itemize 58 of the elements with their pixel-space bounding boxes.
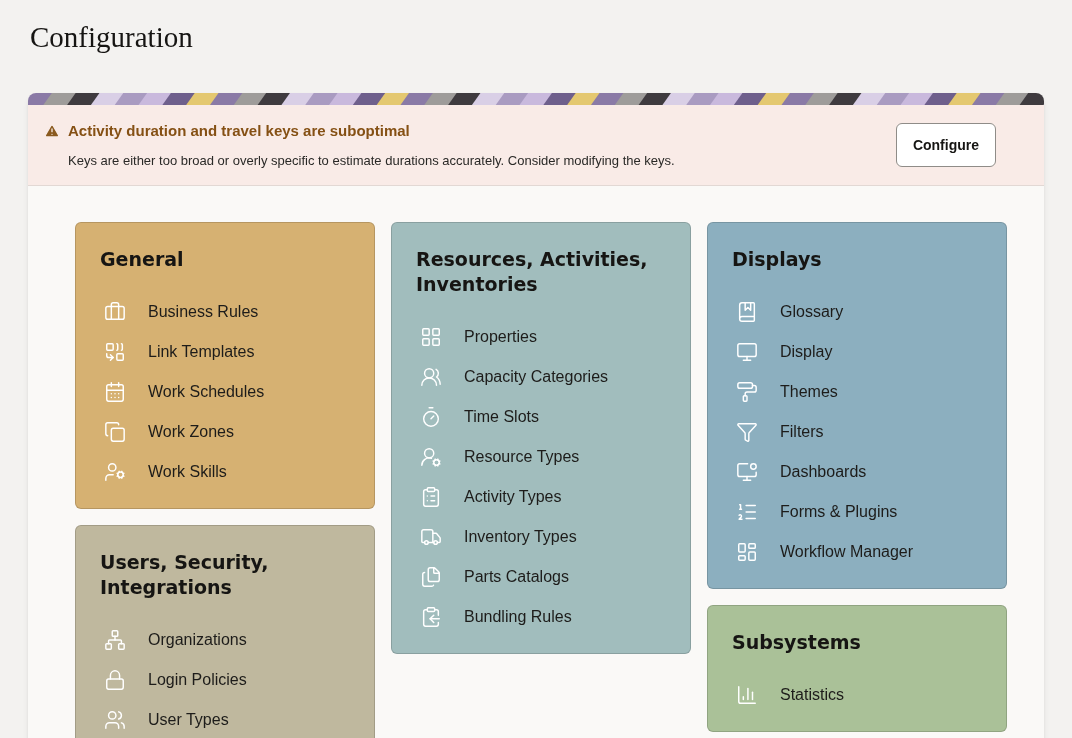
hierarchy-icon xyxy=(104,629,126,651)
category-link[interactable]: Time Slots xyxy=(416,397,666,437)
person-gear-icon xyxy=(104,461,126,483)
category-link[interactable]: Link Templates xyxy=(100,332,350,372)
category-link[interactable]: Business Rules xyxy=(100,292,350,332)
category-link[interactable]: User Types xyxy=(100,700,350,738)
category-title: Resources, Activities, Inventories xyxy=(416,247,649,297)
monitor-chart-icon xyxy=(736,461,758,483)
list-icon xyxy=(736,501,758,523)
truck-icon xyxy=(420,526,442,548)
paint-roller-icon xyxy=(736,381,758,403)
people-icon xyxy=(420,366,442,388)
documents-icon xyxy=(420,566,442,588)
warning-title: Activity duration and travel keys are suboptimal xyxy=(68,121,410,141)
category-link[interactable]: Dashboards xyxy=(732,452,982,492)
category-title: Subsystems xyxy=(732,630,862,655)
category-title: General xyxy=(100,247,185,272)
category-link[interactable]: Filters xyxy=(732,412,982,452)
category-link[interactable]: Glossary xyxy=(732,292,982,332)
category-title: Displays xyxy=(732,247,823,272)
clipboards-icon xyxy=(420,606,442,628)
category-link[interactable]: Work Schedules xyxy=(100,372,350,412)
bar-chart-icon xyxy=(736,684,758,706)
configure-button[interactable]: Configure xyxy=(895,123,996,167)
dashboard-icon xyxy=(736,541,758,563)
category-link[interactable]: Properties xyxy=(416,317,666,357)
page-title: Configuration xyxy=(29,20,194,55)
category-link[interactable]: Work Zones xyxy=(100,412,350,452)
category-link[interactable]: Capacity Categories xyxy=(416,357,666,397)
lock-icon xyxy=(104,669,126,691)
category-link[interactable]: Resource Types xyxy=(416,437,666,477)
monitor-icon xyxy=(736,341,758,363)
clipboard-icon xyxy=(420,486,442,508)
warning-message: Keys are either too broad or overly specific to estimate durations accurately. Consider modifying the keys. xyxy=(67,151,675,170)
category-link[interactable]: Inventory Types xyxy=(416,517,666,557)
category-link[interactable]: Workflow Manager xyxy=(732,532,982,572)
category-link[interactable]: Parts Catalogs xyxy=(416,557,666,597)
category-link[interactable]: Activity Types xyxy=(416,477,666,517)
category-link[interactable]: Organizations xyxy=(100,620,350,660)
category-title: Users, Security, Integrations xyxy=(100,550,270,600)
category-link[interactable]: Forms & Plugins xyxy=(732,492,982,532)
filter-icon xyxy=(736,421,758,443)
linked-squares-icon xyxy=(104,341,126,363)
category-link[interactable]: Statistics xyxy=(732,675,982,715)
briefcase-icon xyxy=(104,301,126,323)
person-gear-icon xyxy=(420,446,442,468)
category-link[interactable]: Work Skills xyxy=(100,452,350,492)
calendar-icon xyxy=(104,381,126,403)
overlapping-squares-icon xyxy=(104,421,126,443)
people-icon xyxy=(104,709,126,731)
warning-icon xyxy=(44,123,60,140)
category-link[interactable]: Display xyxy=(732,332,982,372)
stopwatch-icon xyxy=(420,406,442,428)
grid-icon xyxy=(420,326,442,348)
category-link[interactable]: Login Policies xyxy=(100,660,350,700)
category-link[interactable]: Bundling Rules xyxy=(416,597,666,637)
category-link[interactable]: Themes xyxy=(732,372,982,412)
book-icon xyxy=(736,301,758,323)
